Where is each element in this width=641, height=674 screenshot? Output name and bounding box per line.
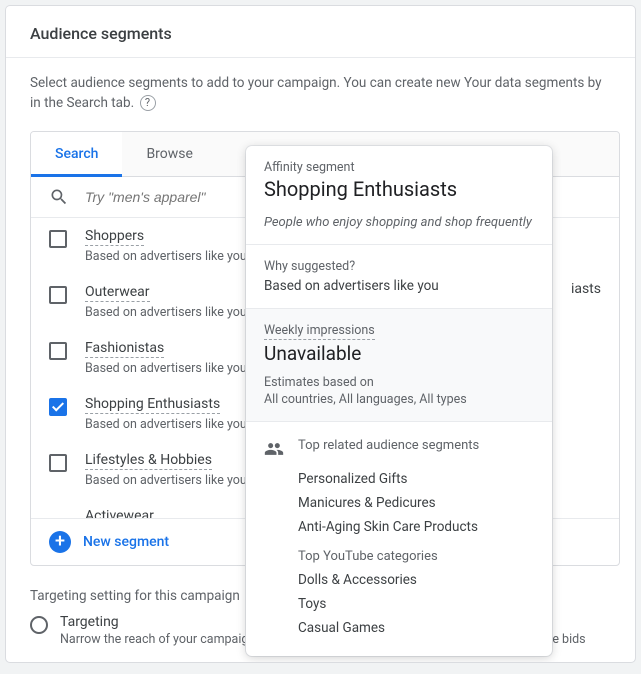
popover-desc: People who enjoy shopping and shop frequ… bbox=[264, 215, 534, 230]
checkbox[interactable] bbox=[49, 230, 67, 248]
checkbox[interactable] bbox=[49, 454, 67, 472]
checkbox[interactable] bbox=[49, 286, 67, 304]
tab-search[interactable]: Search bbox=[31, 132, 122, 176]
segment-title: Shoppers bbox=[85, 228, 144, 246]
checkbox[interactable] bbox=[49, 342, 67, 360]
tab-browse[interactable]: Browse bbox=[122, 132, 216, 176]
why-suggested-value: Based on advertisers like you bbox=[264, 278, 534, 294]
checkbox[interactable] bbox=[49, 398, 67, 416]
radio[interactable] bbox=[30, 616, 48, 634]
popover-title: Shopping Enthusiasts bbox=[264, 177, 534, 201]
estimates-label: Estimates based on bbox=[264, 375, 534, 390]
segment-title: Lifestyles & Hobbies bbox=[85, 452, 212, 470]
segment-title: Fashionistas bbox=[85, 340, 164, 358]
related-title: Top related audience segments bbox=[298, 438, 479, 453]
impressions-label: Weekly impressions bbox=[264, 323, 375, 340]
impressions-value: Unavailable bbox=[264, 342, 534, 365]
plus-icon: + bbox=[49, 531, 71, 553]
intro-text: Select audience segments to add to your … bbox=[6, 58, 635, 123]
segment-popover: Affinity segment Shopping Enthusiasts Pe… bbox=[246, 146, 552, 656]
yt-items: Dolls & Accessories Toys Casual Games bbox=[298, 572, 534, 636]
estimates-sub: All countries, All languages, All types bbox=[264, 392, 534, 407]
search-icon bbox=[49, 187, 69, 207]
why-suggested-label: Why suggested? bbox=[264, 259, 534, 274]
yt-title: Top YouTube categories bbox=[298, 549, 438, 564]
segment-title: Shopping Enthusiasts bbox=[85, 396, 220, 414]
truncated-label: iasts bbox=[571, 281, 601, 297]
help-icon[interactable]: ? bbox=[140, 95, 156, 111]
people-icon bbox=[264, 439, 284, 463]
page-title: Audience segments bbox=[6, 6, 635, 58]
segment-title: Outerwear bbox=[85, 284, 150, 302]
related-items: Personalized Gifts Manicures & Pedicures… bbox=[298, 471, 534, 535]
segment-type-label: Affinity segment bbox=[264, 160, 534, 175]
segment-title: Activewear bbox=[85, 508, 154, 518]
